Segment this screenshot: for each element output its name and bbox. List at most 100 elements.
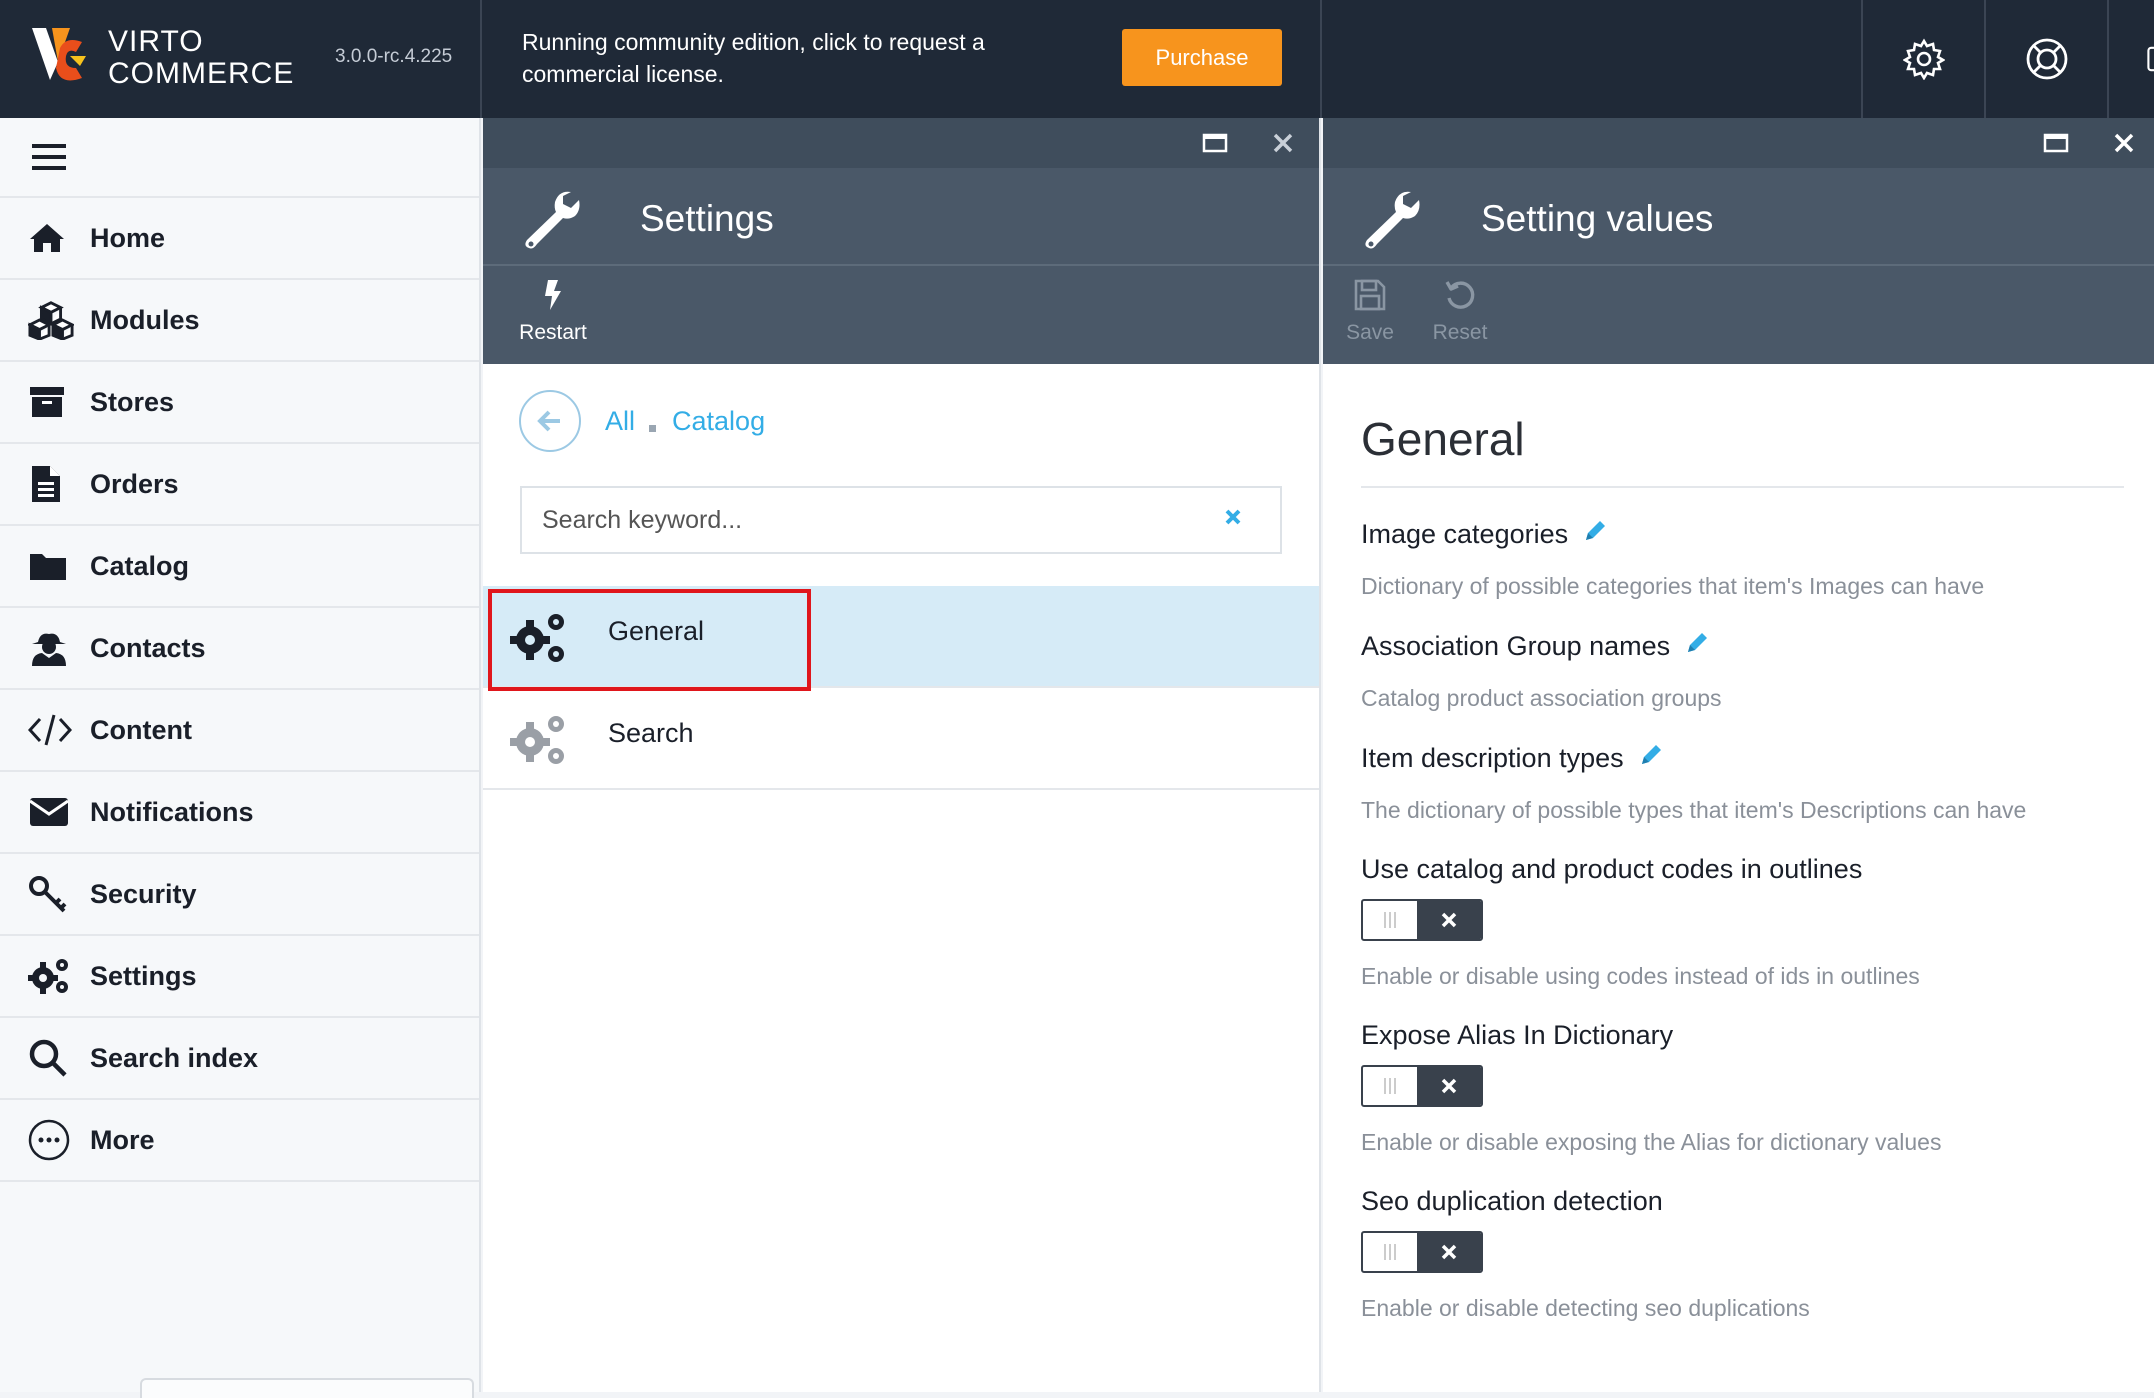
top-bar: VIRTO COMMERCE 3.0.0-rc.4.225 Running co… <box>0 0 2154 118</box>
collapsed-panel-tab[interactable] <box>140 1378 474 1398</box>
selection-highlight <box>488 589 811 691</box>
field-label: Image categories <box>1361 519 1569 549</box>
field-description: Dictionary of possible categories that i… <box>1361 573 1985 599</box>
archive-icon <box>28 382 74 422</box>
reset-label: Reset <box>1432 321 1488 344</box>
sidebar-item-search-index[interactable]: Search index <box>0 1018 479 1100</box>
bolt-icon <box>545 280 561 310</box>
save-icon <box>1354 279 1386 311</box>
sidebar-item-label: More <box>90 1124 155 1155</box>
virto-logo-icon[interactable] <box>30 22 94 90</box>
hamburger-icon <box>32 144 66 170</box>
lifebuoy-icon[interactable] <box>1986 0 2108 118</box>
toggle-switch[interactable] <box>1361 899 1483 941</box>
blade-header: Settings <box>483 168 1319 266</box>
reset-button[interactable]: Reset <box>1415 278 1505 345</box>
sidebar-item-more[interactable]: More <box>0 1100 479 1182</box>
purchase-button[interactable]: Purchase <box>1122 29 1282 86</box>
field-seo-duplication: Seo duplication detection Enable or disa… <box>1361 1186 2124 1322</box>
license-notice[interactable]: Running community edition, click to requ… <box>522 26 1082 90</box>
sidebar-item-label: Security <box>90 878 197 909</box>
folder-icon <box>28 546 74 586</box>
key-icon <box>28 874 74 914</box>
sidebar-item-settings[interactable]: Settings <box>0 936 479 1018</box>
search-input[interactable] <box>522 488 1182 552</box>
divider <box>1320 0 1322 118</box>
sidebar-item-home[interactable]: Home <box>0 198 479 280</box>
field-label: Use catalog and product codes in outline… <box>1361 854 1863 884</box>
sidebar: Home Modules Stores Orders Catalog Conta… <box>0 118 481 1398</box>
sidebar-item-label: Settings <box>90 960 197 991</box>
sidebar-item-contacts[interactable]: Contacts <box>0 608 479 690</box>
field-label: Item description types <box>1361 743 1624 773</box>
save-button[interactable]: Save <box>1325 278 1415 345</box>
sidebar-item-catalog[interactable]: Catalog <box>0 526 479 608</box>
undo-icon <box>1445 281 1475 309</box>
sidebar-item-label: Search index <box>90 1042 259 1073</box>
document-icon <box>28 464 74 504</box>
toggle-grip-icon <box>1363 1233 1417 1271</box>
envelope-icon <box>28 792 74 832</box>
blade-controls <box>1323 118 2154 168</box>
settings-blade: Settings Restart All Catalog General Sea… <box>483 118 1321 1392</box>
gears-icon <box>28 956 74 996</box>
sidebar-item-label: Modules <box>90 304 200 335</box>
version-label: 3.0.0-rc.4.225 <box>335 46 453 67</box>
home-icon <box>28 218 74 258</box>
sidebar-item-label: Orders <box>90 468 179 499</box>
sidebar-item-notifications[interactable]: Notifications <box>0 772 479 854</box>
back-button[interactable] <box>519 390 581 452</box>
gears-icon <box>508 712 570 773</box>
sidebar-item-label: Content <box>90 714 192 745</box>
blade-title: Setting values <box>1481 198 1714 239</box>
field-expose-alias: Expose Alias In Dictionary Enable or dis… <box>1361 1020 2124 1156</box>
sidebar-item-modules[interactable]: Modules <box>0 280 479 362</box>
arrow-left-icon <box>537 410 560 432</box>
list-item-search[interactable]: Search <box>483 688 1319 790</box>
user-secret-icon <box>28 628 74 668</box>
field-image-categories: Image categories Dictionary of possible … <box>1361 518 2124 600</box>
toggle-switch[interactable] <box>1361 1065 1483 1107</box>
sidebar-item-label: Catalog <box>90 550 190 581</box>
pencil-icon[interactable] <box>1638 742 1664 775</box>
sidebar-item-content[interactable]: Content <box>0 690 479 772</box>
sidebar-item-stores[interactable]: Stores <box>0 362 479 444</box>
breadcrumb-all[interactable]: All <box>605 406 635 437</box>
sidebar-item-label: Notifications <box>90 796 254 827</box>
code-icon <box>28 710 74 750</box>
breadcrumb-catalog[interactable]: Catalog <box>672 406 765 437</box>
close-icon[interactable] <box>2109 128 2139 158</box>
maximize-icon[interactable] <box>1200 128 1230 158</box>
sidebar-item-label: Home <box>90 222 166 253</box>
blade-controls <box>483 118 1319 168</box>
gear-icon[interactable] <box>1863 0 1985 118</box>
sidebar-item-orders[interactable]: Orders <box>0 444 479 526</box>
toggle-grip-icon <box>1363 901 1417 939</box>
field-description: Enable or disable exposing the Alias for… <box>1361 1129 1942 1155</box>
toggle-switch[interactable] <box>1361 1231 1483 1273</box>
divider <box>480 0 482 118</box>
clear-icon[interactable] <box>1224 508 1242 531</box>
field-item-description-types: Item description types The dictionary of… <box>1361 742 2124 824</box>
toggle-off-icon <box>1417 1067 1481 1105</box>
field-description: Catalog product association groups <box>1361 685 1722 711</box>
sidebar-item-label: Contacts <box>90 632 206 663</box>
search-icon <box>28 1038 74 1078</box>
maximize-icon[interactable] <box>2041 128 2071 158</box>
field-use-codes-in-outlines: Use catalog and product codes in outline… <box>1361 854 2124 990</box>
field-description: The dictionary of possible types that it… <box>1361 797 2027 823</box>
section-title: General <box>1361 412 2124 488</box>
list-item-general[interactable]: General <box>483 586 1319 691</box>
pencil-icon[interactable] <box>1582 518 1608 551</box>
toggle-grip-icon <box>1363 1067 1417 1105</box>
blade-toolbar: Restart <box>483 266 1319 364</box>
menu-toggle-button[interactable] <box>0 118 479 198</box>
list-item-label: Search <box>608 718 694 748</box>
pencil-icon[interactable] <box>1684 630 1710 663</box>
user-icon[interactable] <box>2109 0 2154 118</box>
brand-name: VIRTO COMMERCE <box>108 25 295 90</box>
close-icon[interactable] <box>1268 128 1298 158</box>
restart-button[interactable]: Restart <box>508 278 598 345</box>
field-description: Enable or disable detecting seo duplicat… <box>1361 1295 1810 1321</box>
sidebar-item-security[interactable]: Security <box>0 854 479 936</box>
